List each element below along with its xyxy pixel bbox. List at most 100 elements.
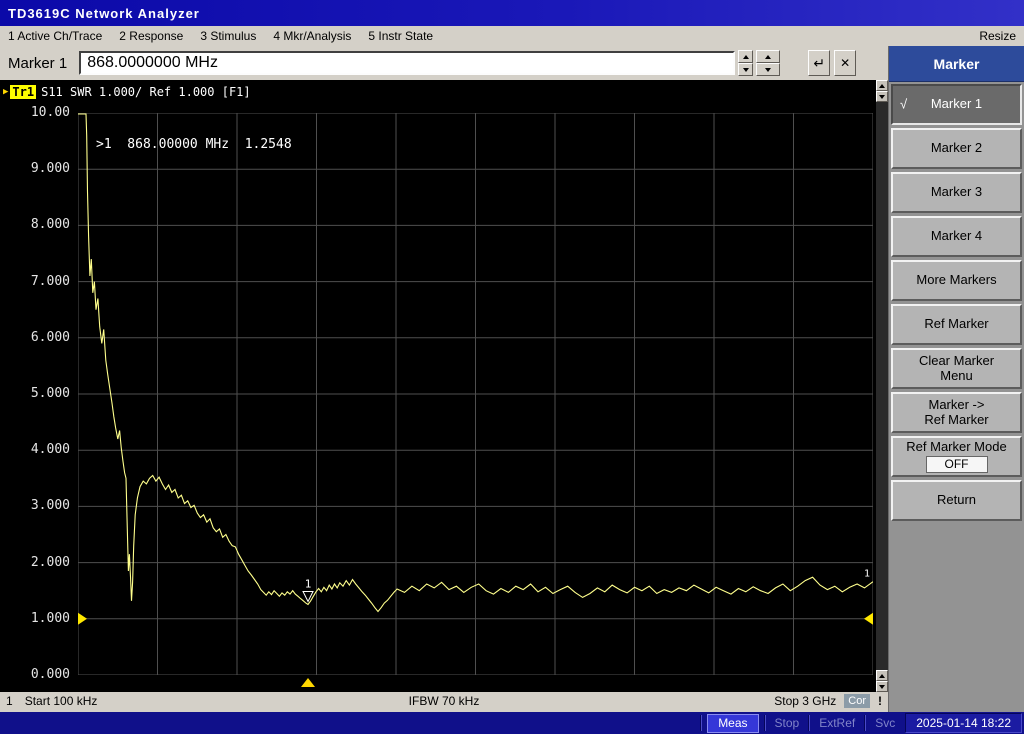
menu-item-2-response[interactable]: 2 Response: [119, 29, 183, 43]
softkey-marker-ref-marker[interactable]: Marker -> Ref Marker: [891, 392, 1022, 433]
up-arrow-icon: [743, 55, 749, 59]
menu-item-1-active-ch-trace[interactable]: 1 Active Ch/Trace: [8, 29, 102, 43]
status-separator: [764, 715, 766, 731]
y-tick-label: 7.000: [0, 274, 70, 289]
fine-step-down-button[interactable]: [738, 63, 753, 76]
y-tick-label: 4.000: [0, 442, 70, 457]
softkey-list: √ Marker 1 Marker 2 Marker 3 Marker 4 More Ma…: [889, 82, 1024, 521]
status-separator: [808, 715, 810, 731]
status-separator: [864, 715, 866, 731]
stop-indicator: Stop: [771, 716, 804, 730]
marker-entry-label: Marker 1: [8, 55, 67, 72]
active-trace-icon: ▶: [3, 87, 8, 97]
svg-text:1: 1: [305, 577, 312, 590]
y-tick-label: 5.000: [0, 386, 70, 401]
trace-header: ▶ Tr1 S11 SWR 1.000/ Ref 1.000 [F1]: [3, 85, 251, 99]
menu-bar-items: 1 Active Ch/Trace 2 Response 3 Stimulus 4 M…: [8, 29, 433, 43]
resize-button[interactable]: Resize: [979, 29, 1016, 43]
coarse-step-down-button[interactable]: [756, 63, 780, 76]
softkey-label: Marker 2: [925, 141, 988, 156]
marker-entry-row: Marker 1 868.0000000 MHz ↵ ✕: [0, 46, 888, 80]
scroll-up-button-bottom[interactable]: [876, 670, 888, 681]
down-arrow-icon: [743, 68, 749, 72]
softkey-label: Marker -> Ref Marker: [918, 398, 994, 428]
menu-item-4-mkr-analysis[interactable]: 4 Mkr/Analysis: [273, 29, 351, 43]
alert-indicator: !: [878, 694, 882, 708]
y-tick-label: 3.000: [0, 498, 70, 513]
softkey-label: Ref Marker: [918, 317, 994, 332]
softkey-label: Clear Marker Menu: [913, 354, 1000, 384]
softkey-label: Marker 1: [925, 97, 988, 112]
window-title: TD3619C Network Analyzer: [8, 6, 200, 21]
down-arrow-icon: [765, 68, 771, 72]
softkey-value: OFF: [926, 456, 988, 473]
scrollbar-track[interactable]: [876, 102, 888, 670]
softkey-ref-marker[interactable]: Ref Marker: [891, 304, 1022, 345]
softkey-label: Marker 3: [925, 185, 988, 200]
up-arrow-icon: [879, 674, 885, 678]
softkey-marker-4[interactable]: Marker 4: [891, 216, 1022, 257]
title-bar: TD3619C Network Analyzer: [0, 0, 1024, 26]
marker-stimulus-triangle[interactable]: [301, 678, 315, 687]
y-tick-label: 9.000: [0, 161, 70, 176]
swr-trace-plot: 11: [78, 113, 873, 675]
scroll-up-button[interactable]: [876, 80, 888, 91]
up-arrow-icon: [765, 55, 771, 59]
softkey-label: Return: [931, 493, 982, 508]
svc-indicator: Svc: [871, 716, 899, 730]
fine-stepper: [738, 50, 753, 76]
softkey-label: More Markers: [910, 273, 1002, 288]
y-tick-label: 0.000: [0, 667, 70, 682]
meas-indicator: Meas: [707, 714, 758, 733]
down-arrow-icon: [879, 95, 885, 99]
svg-text:1: 1: [864, 569, 870, 580]
scroll-down-button[interactable]: [876, 91, 888, 102]
app-window: TD3619C Network Analyzer 1 Active Ch/Tra…: [0, 0, 1024, 734]
plot-region[interactable]: 11 >1 868.00000 MHz 1.2548: [78, 113, 873, 675]
datetime-display: 2025-01-14 18:22: [905, 713, 1022, 733]
stop-frequency-label: Stop 3 GHz: [774, 694, 836, 708]
softkey-menu-title: Marker: [889, 46, 1024, 82]
softkey-sidebar: Marker √ Marker 1 Marker 2 Marker 3 Marker 4…: [888, 46, 1024, 712]
start-frequency-label: Start 100 kHz: [25, 694, 98, 708]
correction-badge: Cor: [844, 694, 870, 708]
softkey-label: Ref Marker Mode: [900, 440, 1012, 455]
close-entry-button[interactable]: ✕: [834, 50, 856, 76]
softkey-return[interactable]: Return: [891, 480, 1022, 521]
marker-frequency-value: 868.0000000 MHz: [87, 54, 218, 72]
menu-bar: 1 Active Ch/Trace 2 Response 3 Stimulus 4 M…: [0, 26, 1024, 46]
y-tick-label: 1.000: [0, 611, 70, 626]
ifbw-label: IFBW 70 kHz: [409, 694, 480, 708]
channel-number: 1: [6, 694, 13, 708]
y-tick-label: 6.000: [0, 330, 70, 345]
trace-name-badge: Tr1: [10, 85, 36, 99]
chart-footer: 1 Start 100 kHz IFBW 70 kHz Stop 3 GHz C…: [0, 692, 888, 710]
softkey-clear-marker-menu[interactable]: Clear Marker Menu: [891, 348, 1022, 389]
softkey-label: Marker 4: [925, 229, 988, 244]
coarse-step-up-button[interactable]: [756, 50, 780, 63]
softkey-ref-marker-mode[interactable]: Ref Marker ModeOFF: [891, 436, 1022, 477]
softkey-marker-3[interactable]: Marker 3: [891, 172, 1022, 213]
marker-frequency-input[interactable]: 868.0000000 MHz: [79, 51, 735, 75]
scroll-down-button-bottom[interactable]: [876, 681, 888, 692]
up-arrow-icon: [879, 84, 885, 88]
menu-item-3-stimulus[interactable]: 3 Stimulus: [200, 29, 256, 43]
y-tick-label: 8.000: [0, 217, 70, 232]
softkey-marker-1[interactable]: √ Marker 1: [891, 84, 1022, 125]
y-tick-label: 10.00: [0, 105, 70, 120]
chart-scrollbar[interactable]: [876, 80, 888, 692]
extref-indicator: ExtRef: [815, 716, 859, 730]
enter-button[interactable]: ↵: [808, 50, 830, 76]
softkey-more-markers[interactable]: More Markers: [891, 260, 1022, 301]
y-tick-label: 2.000: [0, 555, 70, 570]
trace-description: S11 SWR 1.000/ Ref 1.000 [F1]: [41, 85, 251, 99]
marker-readout: >1 868.00000 MHz 1.2548: [96, 137, 292, 152]
menu-item-5-instr-state[interactable]: 5 Instr State: [368, 29, 433, 43]
fine-step-up-button[interactable]: [738, 50, 753, 63]
status-separator: [700, 715, 702, 731]
chart-area[interactable]: ▶ Tr1 S11 SWR 1.000/ Ref 1.000 [F1] 10.0…: [0, 80, 876, 692]
softkey-marker-2[interactable]: Marker 2: [891, 128, 1022, 169]
down-arrow-icon: [879, 685, 885, 689]
status-bar: Meas Stop ExtRef Svc 2025-01-14 18:22: [0, 712, 1024, 734]
check-icon: √: [900, 97, 907, 112]
